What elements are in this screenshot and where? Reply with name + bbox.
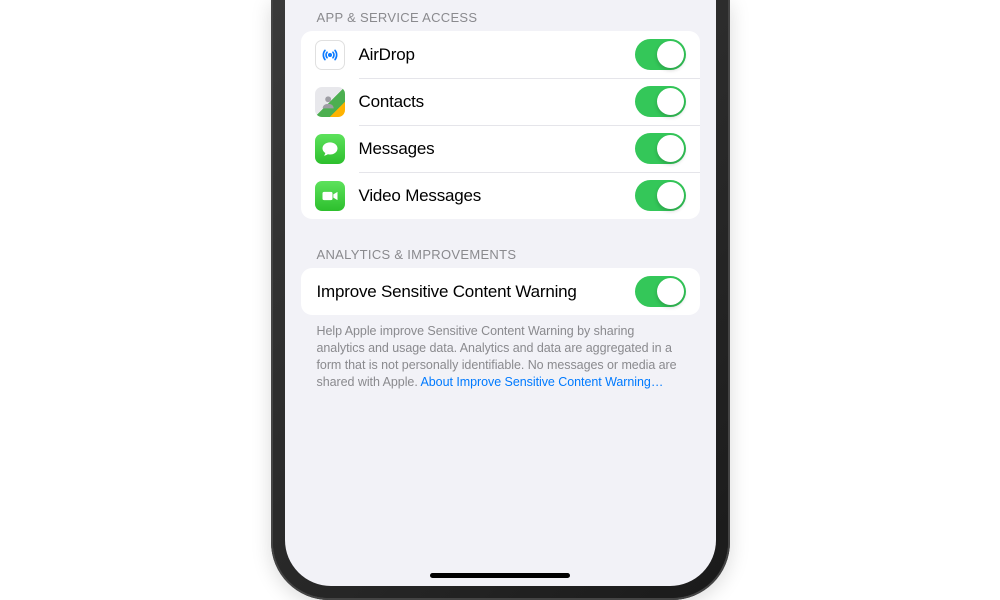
row-improve-sensitive-content[interactable]: Improve Sensitive Content Warning xyxy=(301,268,700,315)
group-app-service-access: AirDrop Contacts xyxy=(301,31,700,219)
section-footer-analytics: Help Apple improve Sensitive Content War… xyxy=(301,315,700,391)
row-label: AirDrop xyxy=(359,45,635,65)
row-contacts[interactable]: Contacts xyxy=(301,78,700,125)
toggle-video-messages[interactable] xyxy=(635,180,686,211)
home-indicator[interactable] xyxy=(430,573,570,578)
group-analytics: Improve Sensitive Content Warning xyxy=(301,268,700,315)
row-airdrop[interactable]: AirDrop xyxy=(301,31,700,78)
content: APP & SERVICE ACCESS AirDrop xyxy=(285,0,716,391)
video-messages-icon xyxy=(315,181,345,211)
toggle-messages[interactable] xyxy=(635,133,686,164)
row-video-messages[interactable]: Video Messages xyxy=(301,172,700,219)
section-header-access: APP & SERVICE ACCESS xyxy=(301,10,700,31)
contacts-icon xyxy=(315,87,345,117)
toggle-knob xyxy=(657,278,684,305)
footer-link-about[interactable]: About Improve Sensitive Content Warning… xyxy=(420,375,663,389)
row-label: Improve Sensitive Content Warning xyxy=(317,282,635,302)
row-label: Video Messages xyxy=(359,186,635,206)
toggle-contacts[interactable] xyxy=(635,86,686,117)
toggle-improve-sensitive-content[interactable] xyxy=(635,276,686,307)
phone-frame: APP & SERVICE ACCESS AirDrop xyxy=(271,0,730,600)
toggle-knob xyxy=(657,182,684,209)
settings-screen: APP & SERVICE ACCESS AirDrop xyxy=(285,0,716,586)
toggle-airdrop[interactable] xyxy=(635,39,686,70)
toggle-knob xyxy=(657,88,684,115)
airdrop-icon xyxy=(315,40,345,70)
row-messages[interactable]: Messages xyxy=(301,125,700,172)
toggle-knob xyxy=(657,41,684,68)
section-header-analytics: ANALYTICS & IMPROVEMENTS xyxy=(301,219,700,268)
row-label: Contacts xyxy=(359,92,635,112)
row-label: Messages xyxy=(359,139,635,159)
toggle-knob xyxy=(657,135,684,162)
messages-icon xyxy=(315,134,345,164)
